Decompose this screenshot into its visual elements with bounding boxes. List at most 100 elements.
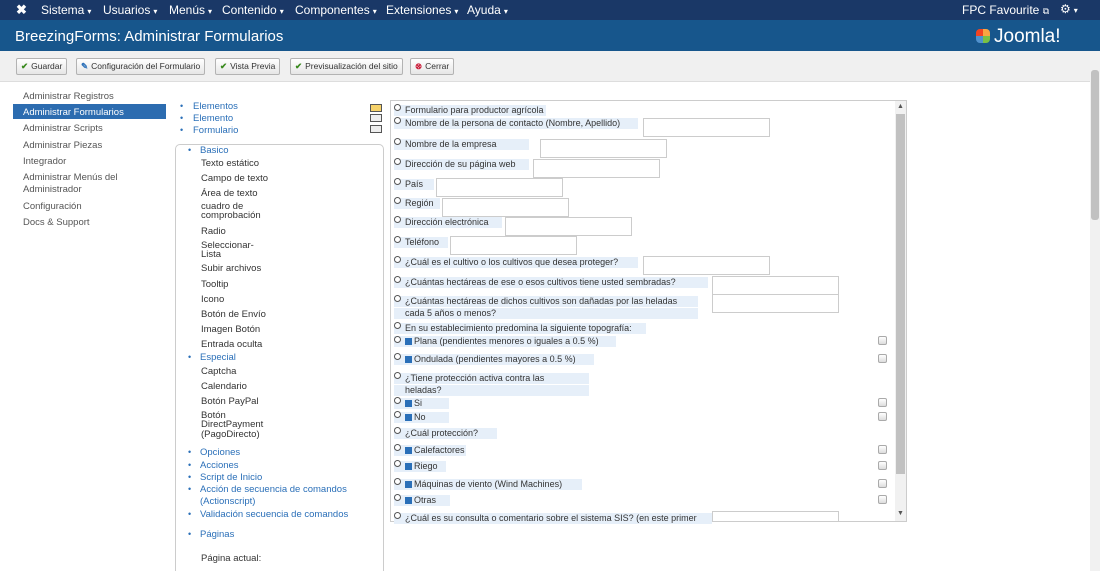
checkbox-label[interactable]: Si bbox=[394, 398, 449, 409]
tree-link-validacion[interactable]: Validación secuencia de comandos bbox=[200, 509, 348, 520]
field-label[interactable]: ¿Cuál es el cultivo o los cultivos que d… bbox=[394, 257, 638, 268]
scroll-up-icon[interactable]: ▲ bbox=[897, 103, 904, 110]
site-preview-button[interactable]: ✔ Previsualización del sitio bbox=[290, 58, 403, 75]
user-menu[interactable]: FPC Favourite ⧉ bbox=[962, 3, 1049, 17]
menu-componentes[interactable]: Componentes ▾ bbox=[295, 3, 377, 17]
drag-handle-icon[interactable] bbox=[394, 216, 401, 223]
field-label[interactable]: ¿Tiene protección activa contra las bbox=[394, 373, 589, 384]
joomla-icon[interactable]: ✖ bbox=[16, 2, 27, 18]
tree-item[interactable]: (PagoDirecto) bbox=[201, 429, 260, 440]
drag-handle-icon[interactable] bbox=[394, 197, 401, 204]
tree-item[interactable]: Lista bbox=[201, 249, 221, 260]
drag-handle-icon[interactable] bbox=[394, 444, 401, 451]
text-input[interactable] bbox=[712, 511, 839, 522]
gear-icon[interactable]: ⚙ ▾ bbox=[1060, 2, 1078, 16]
scroll-down-icon[interactable]: ▼ bbox=[897, 510, 904, 517]
sidebar-item-docs[interactable]: Docs & Support bbox=[23, 217, 90, 229]
tree-item[interactable]: Botón PayPal bbox=[201, 396, 259, 407]
sidebar-item-registros[interactable]: Administrar Registros bbox=[23, 91, 114, 103]
tree-item[interactable]: Texto estático bbox=[201, 158, 259, 169]
field-label[interactable]: Teléfono bbox=[394, 237, 448, 248]
field-label[interactable]: ¿Cuántas hectáreas de dichos cultivos so… bbox=[394, 296, 698, 307]
sidebar-item-piezas[interactable]: Administrar Piezas bbox=[23, 140, 102, 152]
close-button[interactable]: ⊗ Cerrar bbox=[410, 58, 455, 75]
drag-handle-icon[interactable] bbox=[394, 276, 401, 283]
tree-item[interactable]: Área de texto bbox=[201, 188, 258, 199]
menu-usuarios[interactable]: Usuarios ▾ bbox=[103, 3, 157, 17]
drag-handle-icon[interactable] bbox=[394, 117, 401, 124]
checkbox-label[interactable]: Ondulada (pendientes mayores a 0.5 %) bbox=[394, 354, 594, 365]
tree-item[interactable]: comprobación bbox=[201, 210, 261, 221]
tree-item[interactable]: Tooltip bbox=[201, 279, 228, 290]
drag-handle-icon[interactable] bbox=[394, 494, 401, 501]
field-label[interactable]: Nombre de la persona de contacto (Nombre… bbox=[394, 118, 638, 129]
menu-extensiones[interactable]: Extensiones ▾ bbox=[386, 3, 458, 17]
drag-handle-icon[interactable] bbox=[394, 397, 401, 404]
form-icon[interactable] bbox=[370, 125, 382, 133]
tree-link-acciones[interactable]: Acciones bbox=[200, 460, 239, 471]
checkbox-label[interactable]: Plana (pendientes menores o iguales a 0.… bbox=[394, 336, 616, 347]
sidebar-item-integrador[interactable]: Integrador bbox=[23, 156, 66, 168]
text-input[interactable] bbox=[450, 236, 577, 255]
text-input[interactable] bbox=[643, 118, 770, 137]
checkbox-label[interactable]: No bbox=[394, 412, 449, 423]
drag-handle-icon[interactable] bbox=[394, 158, 401, 165]
field-label[interactable]: ¿Cuál protección? bbox=[394, 428, 497, 439]
tree-section-basico[interactable]: Basico bbox=[200, 145, 229, 156]
drag-handle-icon[interactable] bbox=[394, 236, 401, 243]
text-input[interactable] bbox=[533, 159, 660, 178]
tree-item[interactable]: Captcha bbox=[201, 366, 236, 377]
drag-handle-icon[interactable] bbox=[394, 322, 401, 329]
tree-link-formulario[interactable]: Formulario bbox=[193, 125, 238, 136]
drag-handle-icon[interactable] bbox=[394, 138, 401, 145]
checkbox[interactable] bbox=[878, 445, 887, 454]
text-input[interactable] bbox=[540, 139, 667, 158]
drag-handle-icon[interactable] bbox=[394, 372, 401, 379]
text-input[interactable] bbox=[442, 198, 569, 217]
field-label-line2[interactable]: cada 5 años o menos? bbox=[394, 308, 698, 319]
sidebar-item-scripts[interactable]: Administrar Scripts bbox=[23, 123, 103, 135]
list-icon[interactable] bbox=[370, 114, 382, 122]
drag-handle-icon[interactable] bbox=[394, 512, 401, 519]
add-element-icon[interactable] bbox=[370, 104, 382, 112]
field-label-line2[interactable]: heladas? bbox=[394, 385, 589, 396]
field-label[interactable]: En su establecimiento predomina la sigui… bbox=[394, 323, 646, 334]
checkbox[interactable] bbox=[878, 336, 887, 345]
text-input[interactable] bbox=[712, 276, 839, 295]
form-config-button[interactable]: ✎ Configuración del Formulario bbox=[76, 58, 206, 75]
sidebar-item-formularios[interactable]: Administrar Formularios bbox=[23, 107, 124, 119]
tree-link-actionscript[interactable]: Acción de secuencia de comandos bbox=[200, 484, 347, 495]
page-scrollbar-thumb[interactable] bbox=[1091, 70, 1099, 220]
checkbox-label[interactable]: Calefactores bbox=[394, 445, 466, 456]
tree-item[interactable]: Icono bbox=[201, 294, 224, 305]
drag-handle-icon[interactable] bbox=[394, 104, 401, 111]
tree-item[interactable]: Entrada oculta bbox=[201, 339, 262, 350]
tree-link-elemento[interactable]: Elemento bbox=[193, 113, 233, 124]
text-input[interactable] bbox=[436, 178, 563, 197]
checkbox[interactable] bbox=[878, 479, 887, 488]
save-button[interactable]: ✔ Guardar bbox=[16, 58, 68, 75]
checkbox[interactable] bbox=[878, 398, 887, 407]
tree-link-opciones[interactable]: Opciones bbox=[200, 447, 240, 458]
menu-contenido[interactable]: Contenido ▾ bbox=[222, 3, 284, 17]
sidebar-item-menus[interactable]: Administrar Menús del bbox=[23, 172, 118, 184]
tree-item[interactable]: Subir archivos bbox=[201, 263, 261, 274]
text-input[interactable] bbox=[505, 217, 632, 236]
field-label[interactable]: ¿Cuántas hectáreas de ese o esos cultivo… bbox=[394, 277, 708, 288]
drag-handle-icon[interactable] bbox=[394, 256, 401, 263]
checkbox-label[interactable]: Otras bbox=[394, 495, 450, 506]
sidebar-item-configuracion[interactable]: Configuración bbox=[23, 201, 82, 213]
form-title[interactable]: Formulario para productor agrícola bbox=[394, 105, 546, 116]
drag-handle-icon[interactable] bbox=[394, 427, 401, 434]
checkbox[interactable] bbox=[878, 461, 887, 470]
drag-handle-icon[interactable] bbox=[394, 353, 401, 360]
field-label[interactable]: Dirección de su página web bbox=[394, 159, 529, 170]
tree-item[interactable]: Campo de texto bbox=[201, 173, 268, 184]
checkbox-label[interactable]: Máquinas de viento (Wind Machines) bbox=[394, 479, 582, 490]
drag-handle-icon[interactable] bbox=[394, 411, 401, 418]
text-input[interactable] bbox=[712, 294, 839, 313]
text-input[interactable] bbox=[643, 256, 770, 275]
tree-section-especial[interactable]: Especial bbox=[200, 352, 236, 363]
tree-link-paginas[interactable]: Páginas bbox=[200, 529, 234, 540]
drag-handle-icon[interactable] bbox=[394, 460, 401, 467]
